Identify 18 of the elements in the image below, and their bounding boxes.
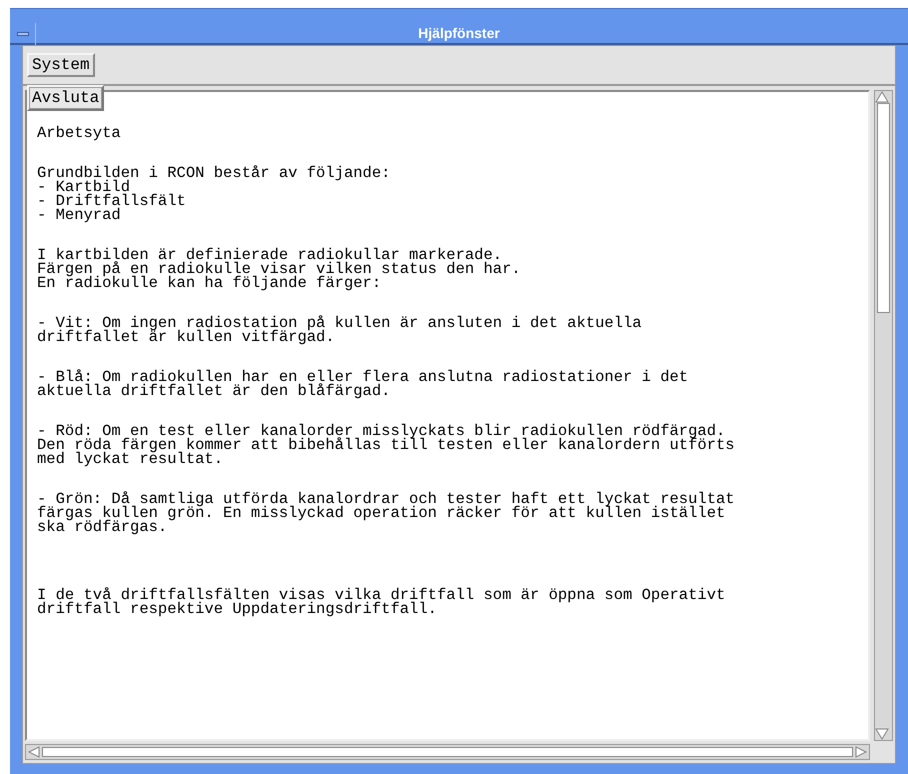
help-paragraph: - Röd: Om en test eller kanalorder misslyckats blir radiokullen rödfärgad. Den röda färgen kommer att bibehållas till testen eller kanalordern utförts med lyckat resultat. [37,424,736,466]
scroll-thumb[interactable] [42,747,853,757]
help-paragraph: - Vit: Om ingen radiostation på kullen är ansluten i det aktuella driftfallet är kullen vitfärgad. [37,316,643,344]
horizontal-scrollbar[interactable] [25,744,870,760]
text-area[interactable] [25,90,870,741]
minimize-icon [16,32,28,36]
scroll-right-icon [855,746,867,758]
help-paragraph: - Blå: Om radiokullen har en eller flera anslutna radiostationer i det aktuella driftfallet är den blåfärgad. [37,370,690,398]
help-paragraph: I kartbilden är definierade radiokullar markerade. Färgen på en radiokulle visar vilken status den har. En radiokulle kan ha följande färger: [37,248,522,290]
menu-item[interactable]: System [27,53,95,77]
window-title: Hjälpfönster [418,24,500,43]
menu-option[interactable]: Avsluta [29,87,102,109]
help-paragraph: Grundbilden i RCON består av följande: - Kartbild - Driftfallsfält - Menyrad [37,166,392,222]
help-paragraph: I de två driftfallsfälten visas vilka driftfall som är öppna som Operativt driftfall respektive Uppdateringsdriftfall. [37,588,726,616]
scroll-left-icon [28,746,40,758]
help-paragraph: Arbetsyta [37,126,122,140]
vertical-scrollbar[interactable] [874,90,893,741]
help-paragraph: - Grön: Då samtliga utförda kanalordrar och tester haft ett lyckat resultat färgas kullen grön. En misslyckad operation räcker för att kullen istället ska rödfärgas. [37,492,736,534]
